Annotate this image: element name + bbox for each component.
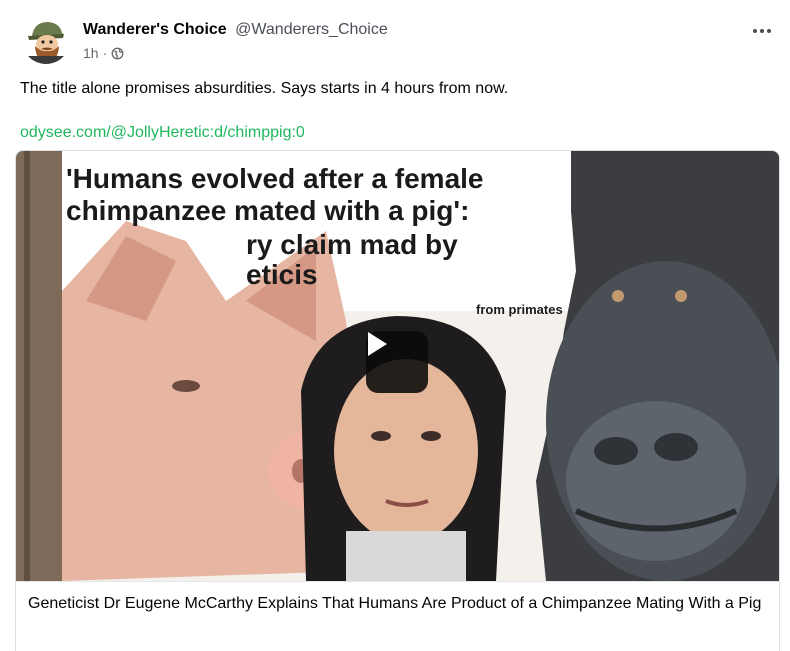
more-options-button[interactable] bbox=[744, 16, 780, 46]
thumbnail-headline-line4: eticis bbox=[246, 259, 318, 290]
globe-icon bbox=[111, 47, 124, 60]
more-options-icon bbox=[753, 29, 757, 33]
card-title[interactable]: Geneticist Dr Eugene McCarthy Explains T… bbox=[28, 593, 768, 615]
thumbnail-snippet: from primates bbox=[476, 302, 563, 317]
post-meta: 1h · bbox=[83, 45, 124, 61]
avatar[interactable] bbox=[22, 16, 70, 64]
author-name[interactable]: Wanderer's Choice bbox=[83, 21, 227, 38]
author-handle[interactable]: @Wanderers_Choice bbox=[235, 21, 388, 38]
post: Wanderer's Choice @Wanderers_Choice 1h ·… bbox=[0, 0, 790, 651]
link-preview-card[interactable]: 'Humans evolved after a female chimpanze… bbox=[15, 150, 780, 651]
post-time[interactable]: 1h bbox=[83, 45, 99, 61]
bearded-man-avatar-icon bbox=[22, 16, 70, 64]
author-line: Wanderer's Choice @Wanderers_Choice bbox=[83, 21, 388, 39]
play-icon bbox=[368, 332, 387, 356]
post-link[interactable]: odysee.com/@JollyHeretic:d/chimppig:0 bbox=[20, 124, 305, 142]
play-button[interactable] bbox=[366, 331, 428, 393]
thumbnail-headline-line3: ry claim mad by bbox=[246, 229, 458, 260]
thumbnail-headline-line1: 'Humans evolved after a female chimpanze… bbox=[66, 163, 484, 226]
thumbnail-headline: 'Humans evolved after a female chimpanze… bbox=[66, 163, 586, 227]
video-thumbnail[interactable]: 'Humans evolved after a female chimpanze… bbox=[16, 151, 779, 581]
card-divider bbox=[16, 581, 779, 582]
meta-separator: · bbox=[102, 45, 108, 61]
post-text: The title alone promises absurdities. Sa… bbox=[20, 80, 509, 97]
